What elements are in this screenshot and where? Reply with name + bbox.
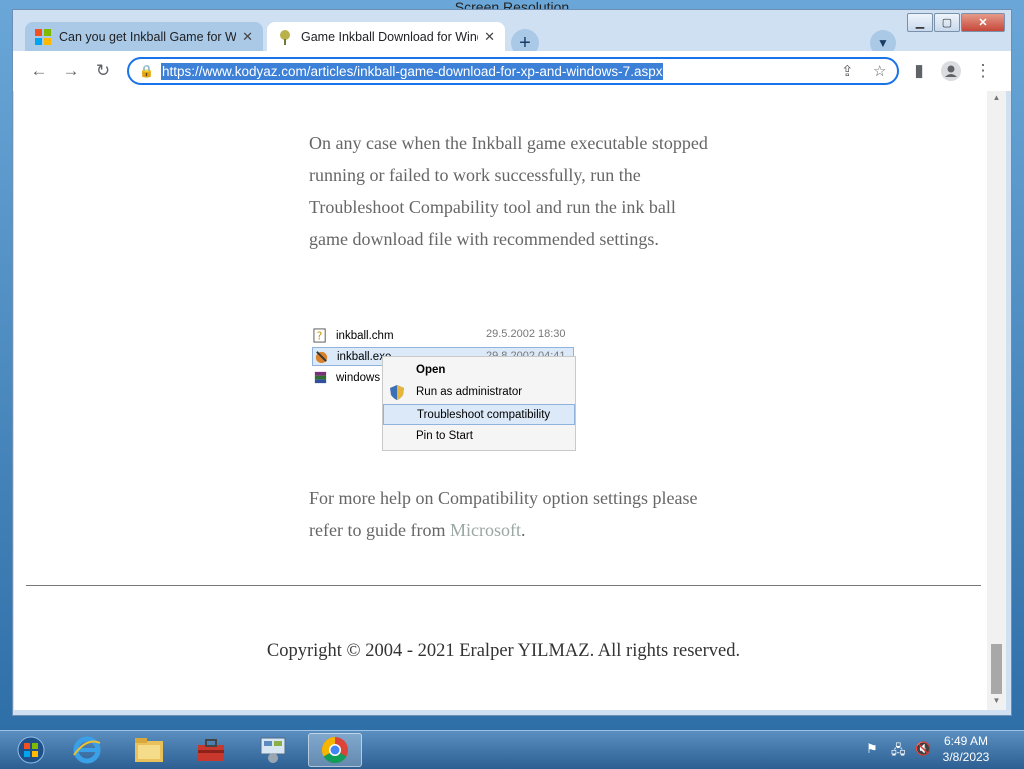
file-row: ? inkball.chm (312, 326, 394, 345)
article-paragraph-2: For more help on Compatibility option se… (309, 488, 698, 540)
archive-file-icon (314, 371, 327, 384)
copyright-text: Copyright © 2004 - 2021 Eralper YILMAZ. … (266, 641, 741, 661)
tab-title: Game Inkball Download for Windows (301, 30, 478, 44)
tab-close-icon[interactable]: ✕ (484, 29, 495, 45)
action-center-flag-icon[interactable]: ⚑ (866, 741, 878, 757)
internet-explorer-button[interactable] (60, 733, 114, 767)
folder-icon (135, 738, 163, 762)
scrollbar-thumb[interactable] (991, 644, 1002, 694)
page-content: On any case when the Inkball game execut… (14, 91, 987, 710)
site-favicon-icon (280, 30, 290, 45)
system-clock[interactable]: 6:49 AM 3/8/2023 (936, 733, 996, 765)
windows-start-icon (17, 736, 45, 764)
clock-date: 3/8/2023 (942, 750, 990, 764)
file-explorer-button[interactable] (122, 733, 176, 767)
minimize-button[interactable]: ▁ (907, 13, 933, 32)
windows-logo-icon (35, 29, 51, 45)
chrome-button[interactable] (308, 733, 362, 767)
toolbox-button[interactable] (184, 733, 238, 767)
lock-icon: 🔒 (139, 64, 154, 78)
side-panel-icon[interactable]: ▮ (907, 59, 931, 83)
article-paragraph-1: On any case when the Inkball game execut… (309, 133, 708, 249)
reload-icon[interactable]: ↻ (91, 59, 115, 83)
menu-item-run-as-admin: Run as administrator (383, 382, 575, 403)
vertical-scrollbar[interactable]: ▲ ▼ (987, 91, 1006, 710)
inkball-exe-icon (315, 351, 328, 364)
context-menu: Open Run as administrator Troubleshoot c… (382, 356, 576, 451)
menu-item-troubleshoot: Troubleshoot compatibility (383, 404, 575, 425)
back-arrow-icon[interactable]: ← (27, 59, 51, 83)
tab-inkball-download[interactable]: Game Inkball Download for Windows ✕ (267, 22, 505, 52)
internet-explorer-icon (73, 736, 101, 764)
close-button[interactable]: ✕ (961, 13, 1005, 32)
menu-item-open: Open (416, 364, 446, 376)
tab-close-icon[interactable]: ✕ (242, 29, 253, 45)
footer-divider (26, 585, 981, 586)
control-panel-icon (260, 737, 286, 763)
file-row: windows (312, 368, 380, 387)
microsoft-link[interactable]: Microsoft (450, 520, 521, 540)
svg-text:?: ? (317, 330, 322, 342)
address-bar[interactable]: 🔒 https://www.kodyaz.com/articles/inkbal… (127, 57, 899, 85)
network-icon[interactable]: 🖧 (891, 741, 906, 763)
volume-muted-icon[interactable]: 🔇 (915, 741, 931, 757)
maximize-button[interactable]: ▢ (934, 13, 960, 32)
tab-inkball-windows[interactable]: Can you get Inkball Game for Windows ✕ (25, 22, 263, 52)
uac-shield-icon (390, 385, 404, 400)
toolbox-icon (198, 739, 224, 761)
scroll-down-arrow-icon[interactable]: ▼ (987, 696, 1006, 708)
menu-kebab-icon[interactable]: ⋮ (971, 59, 995, 83)
control-panel-button[interactable] (246, 733, 300, 767)
bookmark-star-icon[interactable]: ☆ (873, 62, 886, 80)
inkball-screenshot: ? inkball.chm 29.5.2002 18:30 inkball.ex… (312, 326, 576, 451)
taskbar: ⚑ 🖧 🔇 6:49 AM 3/8/2023 (0, 730, 1024, 769)
tab-strip: Can you get Inkball Game for Windows ✕ G… (13, 18, 1011, 57)
help-file-icon: ? (313, 328, 326, 343)
share-icon[interactable]: ⇪ (841, 62, 854, 80)
menu-item-pin-to-start: Pin to Start (416, 430, 473, 442)
forward-arrow-icon[interactable]: → (59, 59, 83, 83)
browser-toolbar: ← → ↻ 🔒 https://www.kodyaz.com/articles/… (13, 51, 1011, 92)
window-controls: ▁ ▢ ✕ (907, 13, 1005, 32)
tab-title: Can you get Inkball Game for Windows (59, 30, 237, 44)
chrome-icon (321, 736, 348, 764)
profile-avatar-icon[interactable] (939, 59, 963, 83)
clock-time: 6:49 AM (943, 734, 989, 748)
start-button[interactable] (4, 733, 58, 767)
url-text[interactable]: https://www.kodyaz.com/articles/inkball-… (161, 63, 664, 80)
scroll-up-arrow-icon[interactable]: ▲ (987, 93, 1006, 105)
